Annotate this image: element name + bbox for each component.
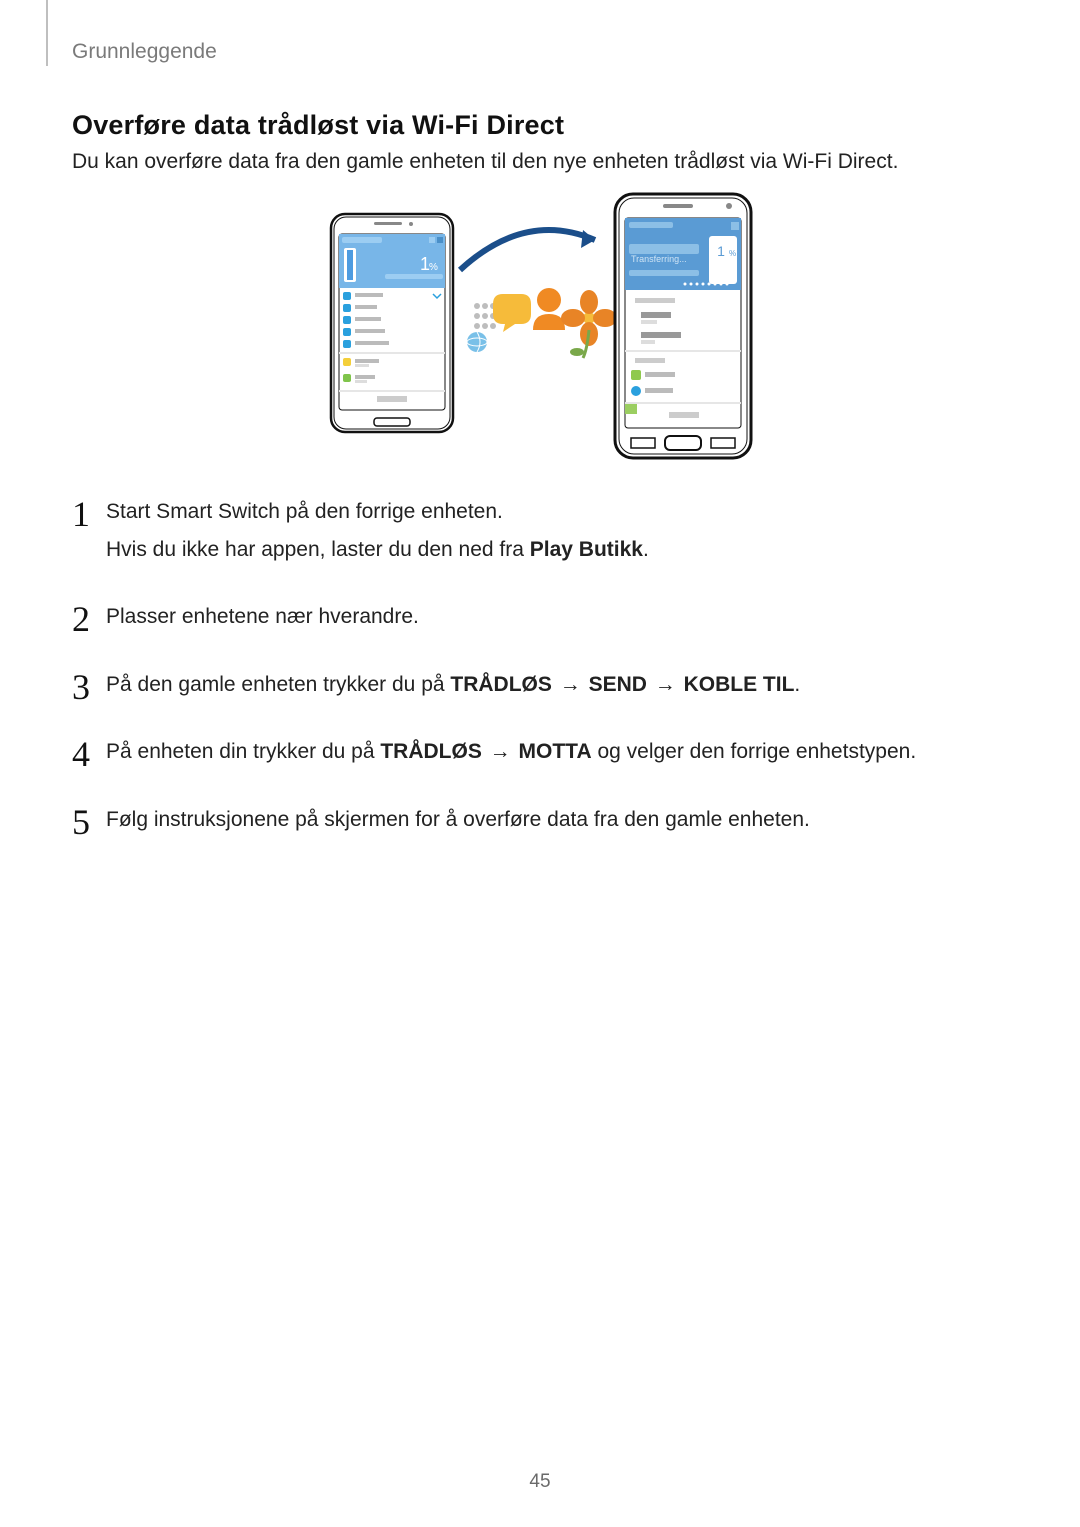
left-phone-percent-suffix: % bbox=[429, 262, 438, 273]
bold-text: SEND bbox=[589, 673, 647, 696]
step-body: På enheten din trykker du på TRÅDLØS → M… bbox=[106, 736, 1008, 774]
breadcrumb: Grunnleggende bbox=[72, 40, 217, 64]
center-icons bbox=[467, 288, 617, 358]
margin-bar bbox=[46, 0, 48, 66]
step-body: Start Smart Switch på den forrige enhete… bbox=[106, 496, 1008, 571]
bold-text: TRÅDLØS bbox=[450, 673, 552, 696]
right-phone-percent-suffix: % bbox=[729, 249, 736, 258]
text: På enheten din trykker du på bbox=[106, 740, 380, 763]
step: 5Følg instruksjonene på skjermen for å o… bbox=[72, 804, 1008, 842]
text: og velger den forrige enhetstypen. bbox=[592, 740, 917, 763]
intro-text: Du kan overføre data fra den gamle enhet… bbox=[72, 150, 898, 174]
step: 1Start Smart Switch på den forrige enhet… bbox=[72, 496, 1008, 571]
text: . bbox=[643, 538, 649, 561]
step-line: Følg instruksjonene på skjermen for å ov… bbox=[106, 804, 1008, 836]
transfer-figure: 1 % bbox=[0, 190, 1080, 470]
step-number: 1 bbox=[72, 496, 106, 532]
arrow-text: → bbox=[647, 673, 684, 696]
flower-icon bbox=[561, 290, 617, 358]
text: Plasser enhetene nær hverandre. bbox=[106, 605, 419, 628]
step: 4På enheten din trykker du på TRÅDLØS → … bbox=[72, 736, 1008, 774]
step-line: Hvis du ikke har appen, laster du den ne… bbox=[106, 534, 1008, 566]
text: Følg instruksjonene på skjermen for å ov… bbox=[106, 808, 810, 831]
arrow-text: → bbox=[552, 673, 589, 696]
step-body: Følg instruksjonene på skjermen for å ov… bbox=[106, 804, 1008, 842]
page-number: 45 bbox=[0, 1471, 1080, 1493]
bold-text: Play Butikk bbox=[530, 538, 643, 561]
step-line: Start Smart Switch på den forrige enhete… bbox=[106, 496, 1008, 528]
text: På den gamle enheten trykker du på bbox=[106, 673, 450, 696]
step: 3På den gamle enheten trykker du på TRÅD… bbox=[72, 669, 1008, 707]
transfer-figure-svg: 1 % bbox=[325, 190, 755, 470]
step: 2Plasser enhetene nær hverandre. bbox=[72, 601, 1008, 639]
bold-text: TRÅDLØS bbox=[380, 740, 482, 763]
step-number: 5 bbox=[72, 804, 106, 840]
step-number: 3 bbox=[72, 669, 106, 705]
step-line: Plasser enhetene nær hverandre. bbox=[106, 601, 1008, 633]
right-phone-label: Transferring... bbox=[631, 254, 687, 264]
step-line: På enheten din trykker du på TRÅDLØS → M… bbox=[106, 736, 1008, 768]
bold-text: MOTTA bbox=[519, 740, 592, 763]
steps-list: 1Start Smart Switch på den forrige enhet… bbox=[72, 496, 1008, 871]
globe-icon bbox=[467, 332, 487, 352]
right-phone-percent: 1 bbox=[717, 243, 725, 259]
person-icon bbox=[533, 288, 565, 330]
step-line: På den gamle enheten trykker du på TRÅDL… bbox=[106, 669, 1008, 701]
transfer-arrow-icon bbox=[460, 230, 595, 270]
text: . bbox=[794, 673, 800, 696]
step-number: 2 bbox=[72, 601, 106, 637]
arrow-text: → bbox=[482, 740, 519, 763]
right-phone-icon: Transferring... 1 % bbox=[615, 194, 751, 458]
text: Start Smart Switch på den forrige enhete… bbox=[106, 500, 503, 523]
section-title: Overføre data trådløst via Wi-Fi Direct bbox=[72, 110, 564, 141]
chat-bubble-icon bbox=[493, 294, 531, 332]
bold-text: KOBLE TIL bbox=[684, 673, 795, 696]
page: Grunnleggende Overføre data trådløst via… bbox=[0, 0, 1080, 1527]
text: Hvis du ikke har appen, laster du den ne… bbox=[106, 538, 530, 561]
transfer-arrow-head-icon bbox=[581, 230, 595, 248]
step-number: 4 bbox=[72, 736, 106, 772]
step-body: Plasser enhetene nær hverandre. bbox=[106, 601, 1008, 639]
step-body: På den gamle enheten trykker du på TRÅDL… bbox=[106, 669, 1008, 707]
left-phone-icon: 1 % bbox=[331, 214, 453, 432]
